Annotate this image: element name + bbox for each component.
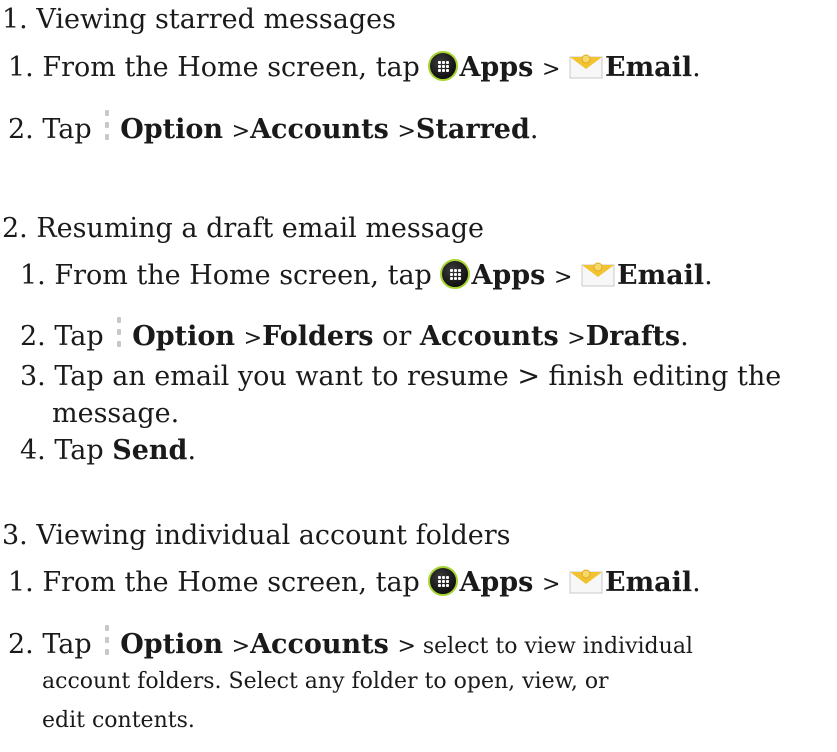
section-2-step-3: 3. Tap an email you want to resume > fin… — [20, 361, 782, 392]
section-3-step-1: 1. From the Home screen, tap Apps > Emai… — [8, 566, 701, 598]
section-1-step-1: 1. From the Home screen, tap Apps > Emai… — [8, 51, 701, 83]
option-menu-icon — [102, 110, 112, 144]
section-2-step-4: 4. Tap Send. — [20, 435, 197, 466]
email-icon — [569, 51, 603, 79]
section-2-step-3-cont: message. — [52, 398, 180, 429]
email-icon — [581, 259, 615, 287]
section-1-step-2: 2. Tap Option >Accounts >Starred. — [8, 110, 538, 150]
section-3-heading: 3. Viewing individual account folders — [2, 520, 511, 551]
apps-icon — [440, 259, 471, 289]
apps-icon — [428, 51, 459, 81]
apps-icon — [428, 566, 459, 596]
section-3-step-2-cont-1: account folders. Select any folder to op… — [42, 669, 609, 694]
section-1-heading: 1. Viewing starred messages — [2, 4, 396, 35]
section-3-step-2-cont-2: edit contents. — [42, 708, 195, 733]
section-2-step-1: 1. From the Home screen, tap Apps > Emai… — [20, 259, 713, 291]
section-2-heading: 2. Resuming a draft email message — [2, 213, 484, 244]
email-icon — [569, 566, 603, 594]
section-3-step-2: 2. Tap Option >Accounts > select to view… — [8, 625, 693, 665]
option-menu-icon — [102, 625, 112, 659]
section-2-step-2: 2. Tap Option >Folders or Accounts >Draf… — [20, 317, 689, 357]
option-menu-icon — [114, 317, 124, 351]
